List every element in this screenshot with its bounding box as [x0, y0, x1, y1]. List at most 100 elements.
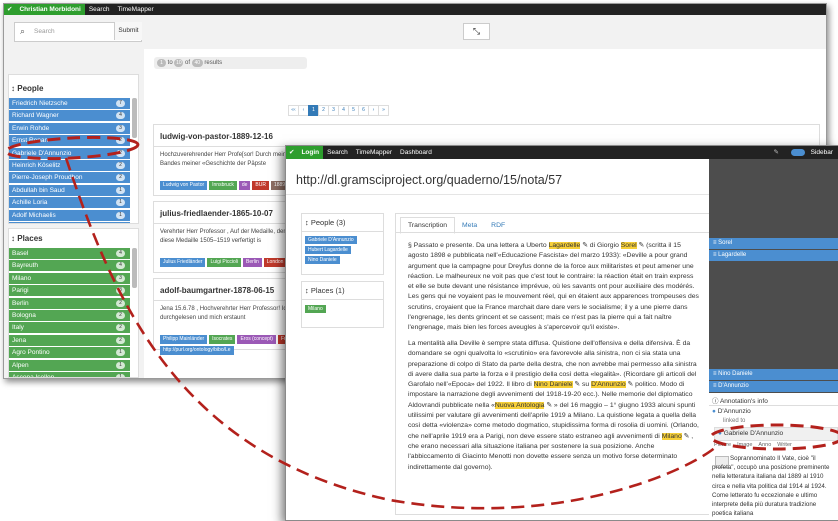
person-tag[interactable]: Gabriele D'Annunzio [305, 236, 357, 244]
pagination-link[interactable]: » [378, 105, 389, 116]
entity-highlight[interactable]: Nino Daniele [533, 381, 573, 389]
people-facet-item[interactable]: Albrecht Dürer1 [9, 222, 130, 223]
person-tag[interactable]: Hubert Lagardelle [305, 246, 351, 254]
tab-rdf[interactable]: RDF [484, 218, 512, 233]
result-tag[interactable]: Berlin [242, 258, 262, 267]
places-scrollbar[interactable] [132, 248, 137, 288]
text-segment: ✎ di Giorgio [580, 242, 621, 249]
facet-count-badge: 4 [116, 262, 125, 270]
result-tag[interactable]: Philipp Mainländer [160, 335, 208, 344]
result-title[interactable]: adolf-baumgartner-1878-06-15 [160, 286, 274, 295]
nav-login[interactable]: Login [297, 146, 324, 159]
places-facet-item[interactable]: Alpen 1 [9, 359, 130, 371]
result-tag[interactable]: Eros (concept) [237, 335, 276, 344]
entity-tab[interactable]: Picture [714, 442, 731, 448]
places-facet-item[interactable]: Ascona Isellon 1 [9, 372, 130, 377]
places-facet-item[interactable]: Italy 2 [9, 322, 130, 334]
sidebar-annotation-sorel[interactable]: ≡ Sorel [709, 238, 838, 249]
people-facet-item[interactable]: Heinrich Köselitz 2 [9, 160, 130, 171]
people-facet-item[interactable]: Pierre-Joseph Proudhon 2 [9, 172, 130, 184]
facet-item-label: Ernst Renan [12, 137, 49, 145]
result-title[interactable]: julius-friedlaender-1865-10-07 [160, 209, 273, 218]
places-facet-item[interactable]: Jena 2 [9, 334, 130, 346]
people-facet-item[interactable]: Richard Wagner 4 [9, 110, 130, 122]
facet-count-badge: 4 [116, 250, 125, 257]
places-facet-item[interactable]: Bologna 2 [9, 310, 130, 321]
person-tag[interactable]: Nino Daniele [305, 256, 340, 264]
result-title[interactable]: ludwig-von-pastor-1889-12-16 [160, 132, 273, 141]
facet-count-badge: 3 [116, 287, 125, 295]
people-panel-title: ↕ People (3) [305, 218, 346, 227]
nav-sidebar[interactable]: Sidebar [807, 146, 837, 159]
places-facet-item[interactable]: Milano 3 [9, 272, 130, 284]
facet-item-label: Parigi [12, 287, 29, 295]
facet-item-label: Alpen [12, 361, 29, 369]
result-tag[interactable]: Ludwig von Pastor [160, 181, 208, 190]
facet-count-badge: 2 [116, 137, 125, 145]
places-facet-item[interactable]: Parigi 3 [9, 285, 130, 297]
pencil-icon[interactable]: ✎ [770, 146, 783, 159]
nav-search[interactable]: Search [323, 146, 352, 159]
entity-tab[interactable]: Anno [758, 442, 771, 448]
facet-count-badge: 1 [116, 361, 125, 369]
nav-dashboard[interactable]: Dashboard [396, 146, 436, 159]
nav-timemapper[interactable]: TimeMapper [352, 146, 396, 159]
sidebar-annotation-lagardelle[interactable]: ≡ Lagardelle [709, 250, 838, 261]
entity-tab[interactable]: Writer [777, 442, 792, 448]
entity-highlight[interactable]: Milano [661, 432, 682, 440]
places-panel-title: ↕ Places (1) [305, 286, 345, 295]
annotation-info-header[interactable]: ⓘ Annotation's info [712, 395, 768, 405]
sidebar-annotation-nino-daniele[interactable]: ≡ Nino Daniele [709, 369, 838, 380]
result-tag[interactable]: Julius Friedländer [160, 258, 206, 267]
facet-item-label: Friedrich Nietzsche [12, 100, 68, 107]
tab-meta[interactable]: Meta [455, 218, 484, 233]
search-icon: ⌕ [20, 26, 26, 36]
people-facet-item[interactable]: Abdullah bin Saud 1 [9, 184, 130, 196]
facet-item-label: Gabriele D'Annunzio [12, 149, 72, 157]
facet-item-label: Milano [12, 274, 32, 282]
people-scrollbar[interactable] [132, 98, 137, 138]
facet-item-label: Pierre-Joseph Proudhon [12, 174, 83, 182]
result-tag[interactable]: de [238, 181, 251, 190]
result-tag[interactable]: Isocrates [209, 335, 236, 344]
result-tag[interactable]: http://purl.org/ontology/bibo/Le [160, 346, 234, 355]
places-facet-item[interactable]: Berlin 2 [9, 297, 130, 309]
people-facet-item[interactable]: Friedrich Nietzsche 7 [9, 98, 130, 109]
facet-count-badge: 2 [116, 149, 125, 157]
people-facet-item[interactable]: Ernst Renan 2 [9, 135, 130, 147]
result-tag[interactable]: London [263, 258, 287, 267]
expand-button[interactable]: ⤡ [463, 23, 490, 40]
people-facet-item[interactable]: Adolf Michaelis 1 [9, 209, 130, 221]
people-facet-item[interactable]: Gabriele D'Annunzio 2 [9, 147, 130, 159]
entity-highlight[interactable]: Nuova Antologia [494, 401, 545, 409]
results-summary: 1 to 10 of 40 results [154, 57, 307, 69]
linked-entity[interactable]: ● Gabriele D'Annunzio [714, 427, 838, 441]
places-facet-item[interactable]: Agro Pontino 1 [9, 347, 130, 359]
search-placeholder: Search [34, 28, 55, 35]
content-tabs: Transcription Meta RDF [400, 217, 512, 234]
entity-highlight[interactable]: Lagardelle [548, 242, 581, 249]
entity-tab[interactable]: Image [737, 442, 752, 448]
place-tag[interactable]: Milano [305, 305, 326, 313]
nav-search[interactable]: Search [85, 4, 114, 15]
result-tag[interactable]: Luigi Piccioli [207, 258, 241, 267]
facet-count-badge: 1 [116, 349, 125, 357]
nav-user[interactable]: Christian Morbidoni [15, 4, 85, 15]
facet-count-badge: 4 [116, 112, 125, 120]
entity-highlight[interactable]: Sorel [620, 242, 637, 249]
places-facet-item[interactable]: Basel 4 [9, 248, 130, 259]
search-input[interactable]: ⌕ Search Submit [14, 22, 142, 42]
result-tag[interactable]: BUR [252, 181, 269, 190]
note-viewer-window: ✔ Login Search TimeMapper Dashboard ✎ Sideba… [285, 145, 838, 521]
places-facet-item[interactable]: Bayreuth 4 [9, 260, 130, 272]
sidebar-annotation-dannunzio[interactable]: ≡ D'Annunzio [709, 381, 838, 392]
people-facet-item[interactable]: Erwin Rohde 3 [9, 122, 130, 134]
facet-count-badge: 1 [116, 211, 125, 219]
nav-timemapper[interactable]: TimeMapper [113, 4, 157, 15]
submit-button[interactable]: Submit [114, 22, 142, 40]
people-facet-item[interactable]: Achille Loria 1 [9, 197, 130, 209]
facet-count-badge: 2 [116, 312, 125, 319]
result-tag[interactable]: Innsbruck [209, 181, 237, 190]
entity-highlight[interactable]: D'Annunzio [591, 381, 626, 389]
toggle-switch[interactable] [791, 149, 805, 156]
